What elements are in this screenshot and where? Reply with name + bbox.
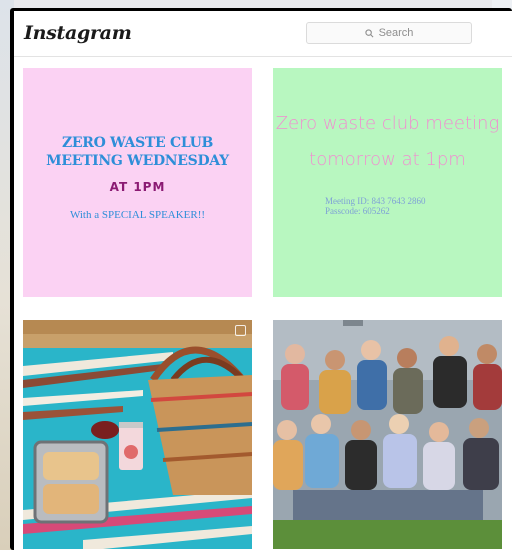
post-meeting-details: Meeting ID: 843 7643 2860 Passcode: 6052… [325,196,426,216]
search-input[interactable]: Search [306,22,472,44]
post-time: AT 1PM [109,180,166,194]
post-note: With a SPECIAL SPEAKER!! [69,209,206,221]
instagram-page: Instagram Search ZERO WASTE CLUB MEETING… [14,11,512,550]
post-group-photo[interactable] [273,320,502,549]
post-title: Zero waste club meeting tomorrow at 1pm [275,113,500,170]
search-placeholder: Search [378,27,414,39]
top-navigation-bar: Instagram Search [14,11,512,57]
search-icon [364,28,374,37]
post-picnic-photo[interactable] [23,320,252,549]
post-zero-waste-wednesday[interactable]: ZERO WASTE CLUB MEETING WEDNESDAY AT 1PM… [23,68,252,297]
group-photo [273,320,502,549]
instagram-logo[interactable]: Instagram [24,22,132,44]
picnic-photo [23,320,252,549]
post-title: ZERO WASTE CLUB MEETING WEDNESDAY [46,135,229,169]
multiple-photos-icon [235,325,246,336]
post-zero-waste-tomorrow[interactable]: Zero waste club meeting tomorrow at 1pm … [273,68,502,297]
browser-window: Instagram Search ZERO WASTE CLUB MEETING… [10,8,512,550]
